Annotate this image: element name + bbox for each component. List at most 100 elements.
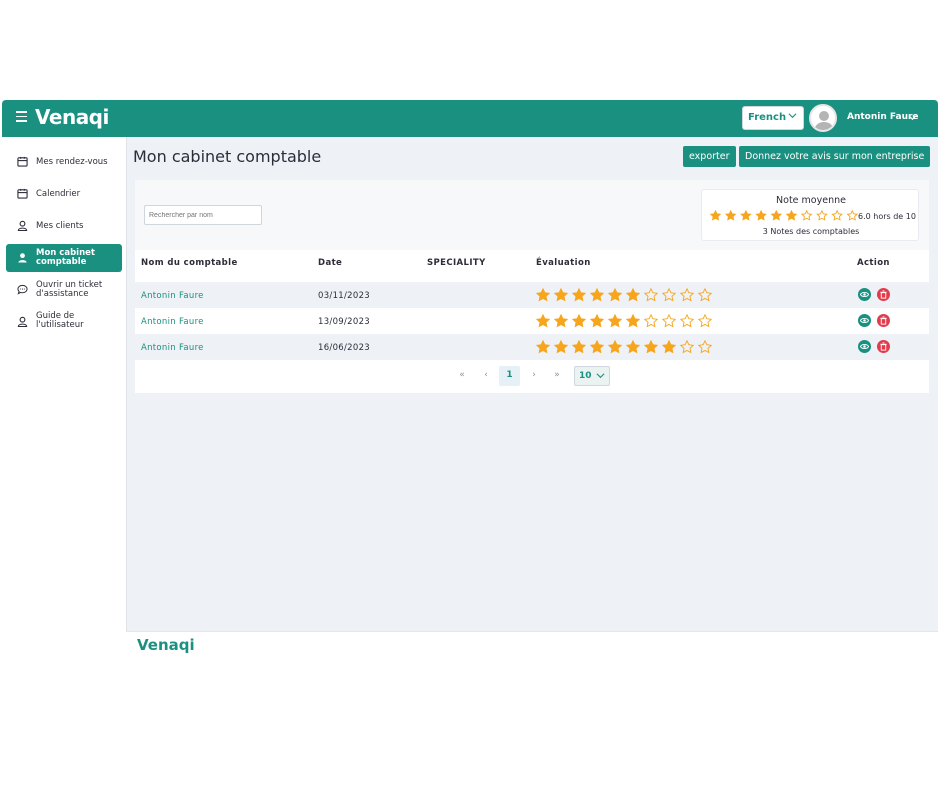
calendar-icon [17, 156, 28, 167]
delete-button[interactable] [877, 314, 890, 327]
star-filled-icon [724, 210, 737, 221]
star-filled-icon [643, 340, 659, 354]
star-filled-icon [625, 288, 641, 302]
sidebar-item-guide[interactable]: Guide de l'utilisateur [6, 308, 122, 336]
brand-logo: Venaqi [35, 105, 109, 129]
delete-button[interactable] [877, 340, 890, 353]
rating-stars [536, 314, 713, 328]
sidebar-item-label: Mes rendez-vous [36, 157, 108, 167]
sidebar-item-rendez-vous[interactable]: Mes rendez-vous [6, 148, 122, 176]
star-filled-icon [607, 340, 623, 354]
delete-button[interactable] [877, 288, 890, 301]
star-empty-icon [643, 288, 659, 302]
star-filled-icon [571, 288, 587, 302]
star-empty-icon [816, 210, 828, 221]
trash-icon [880, 316, 887, 325]
average-count: 3 Notes des comptables [762, 227, 860, 236]
user-icon [17, 316, 28, 327]
accountant-name-link[interactable]: Antonin Faure [141, 343, 204, 353]
rating-date: 13/09/2023 [318, 317, 370, 327]
user-icon [17, 220, 28, 231]
sidebar-item-label: Guide de l'utilisateur [36, 311, 84, 330]
language-select[interactable]: French [742, 106, 804, 130]
sidebar-item-label: Mes clients [36, 221, 84, 231]
sidebar-item-label: Mon cabinet comptable [36, 248, 95, 267]
star-empty-icon [697, 314, 713, 328]
average-stars [710, 210, 859, 221]
language-value: French [748, 112, 787, 123]
star-empty-icon [679, 340, 695, 354]
user-icon [18, 253, 27, 263]
star-filled-icon [536, 288, 551, 302]
star-empty-icon [800, 210, 813, 221]
prev-page-button[interactable]: ‹ [479, 366, 493, 386]
view-button[interactable] [858, 340, 871, 353]
per-page-value: 10 [579, 371, 592, 381]
footer-brand-logo: Venaqi [137, 636, 195, 654]
star-filled-icon [571, 340, 587, 354]
avatar[interactable] [809, 104, 837, 132]
menu-icon[interactable] [16, 111, 27, 122]
eye-icon [860, 318, 869, 323]
star-empty-icon [697, 288, 713, 302]
chevron-down-icon [788, 113, 797, 119]
sidebar-item-ticket[interactable]: Ouvrir un ticket d'assistance [6, 276, 122, 304]
per-page-select[interactable]: 10 [574, 366, 610, 386]
star-empty-icon [846, 210, 859, 221]
table-row: Antonin Faure 03/11/2023 [135, 282, 929, 308]
trash-icon [880, 290, 887, 299]
sidebar-item-cabinet-comptable[interactable]: Mon cabinet comptable [6, 244, 122, 272]
star-filled-icon [710, 210, 722, 221]
column-header-rating: Évaluation [536, 258, 591, 268]
eye-icon [860, 344, 869, 349]
star-filled-icon [553, 340, 569, 354]
last-page-button[interactable]: » [549, 366, 565, 386]
star-filled-icon [536, 340, 551, 354]
sidebar-item-clients[interactable]: Mes clients [6, 212, 122, 240]
view-button[interactable] [858, 288, 871, 301]
star-filled-icon [571, 314, 587, 328]
page-1-button[interactable]: 1 [499, 366, 520, 386]
rating-date: 03/11/2023 [318, 291, 370, 301]
page-title: Mon cabinet comptable [133, 147, 322, 166]
chevron-down-icon [596, 373, 605, 379]
star-filled-icon [553, 314, 569, 328]
sidebar: Mes rendez-vous Calendrier Mes clients M… [2, 137, 127, 663]
review-button[interactable]: Donnez votre avis sur mon entreprise [739, 146, 931, 167]
chevron-down-icon[interactable] [908, 113, 917, 122]
star-filled-icon [755, 210, 767, 221]
next-page-button[interactable]: › [527, 366, 541, 386]
star-empty-icon [661, 288, 677, 302]
trash-icon [880, 342, 887, 351]
column-header-speciality: SPECIALITY [427, 258, 486, 268]
accountant-name-link[interactable]: Antonin Faure [141, 291, 204, 301]
star-filled-icon [740, 210, 752, 221]
star-filled-icon [770, 210, 783, 221]
first-page-button[interactable]: « [454, 366, 470, 386]
rating-stars [536, 340, 713, 354]
table-row: Antonin Faure 13/09/2023 [135, 308, 929, 334]
sidebar-item-label: Ouvrir un ticket d'assistance [36, 280, 103, 299]
rating-stars [536, 288, 713, 302]
chat-icon [17, 284, 28, 295]
column-header-action: Action [857, 258, 890, 268]
star-empty-icon [661, 314, 677, 328]
table-row: Antonin Faure 16/06/2023 [135, 334, 929, 360]
star-filled-icon [553, 288, 569, 302]
sidebar-item-calendrier[interactable]: Calendrier [6, 180, 122, 208]
average-title: Note moyenne [776, 195, 846, 206]
search-input[interactable] [144, 205, 262, 225]
accountant-name-link[interactable]: Antonin Faure [141, 317, 204, 327]
rating-date: 16/06/2023 [318, 343, 370, 353]
star-filled-icon [625, 340, 641, 354]
star-filled-icon [785, 210, 798, 221]
star-filled-icon [589, 288, 605, 302]
star-filled-icon [625, 314, 641, 328]
star-empty-icon [679, 288, 695, 302]
view-button[interactable] [858, 314, 871, 327]
star-empty-icon [831, 210, 843, 221]
footer: Venaqi [126, 631, 938, 663]
calendar-icon [17, 188, 28, 199]
star-filled-icon [661, 340, 677, 354]
export-button[interactable]: exporter [683, 146, 736, 167]
